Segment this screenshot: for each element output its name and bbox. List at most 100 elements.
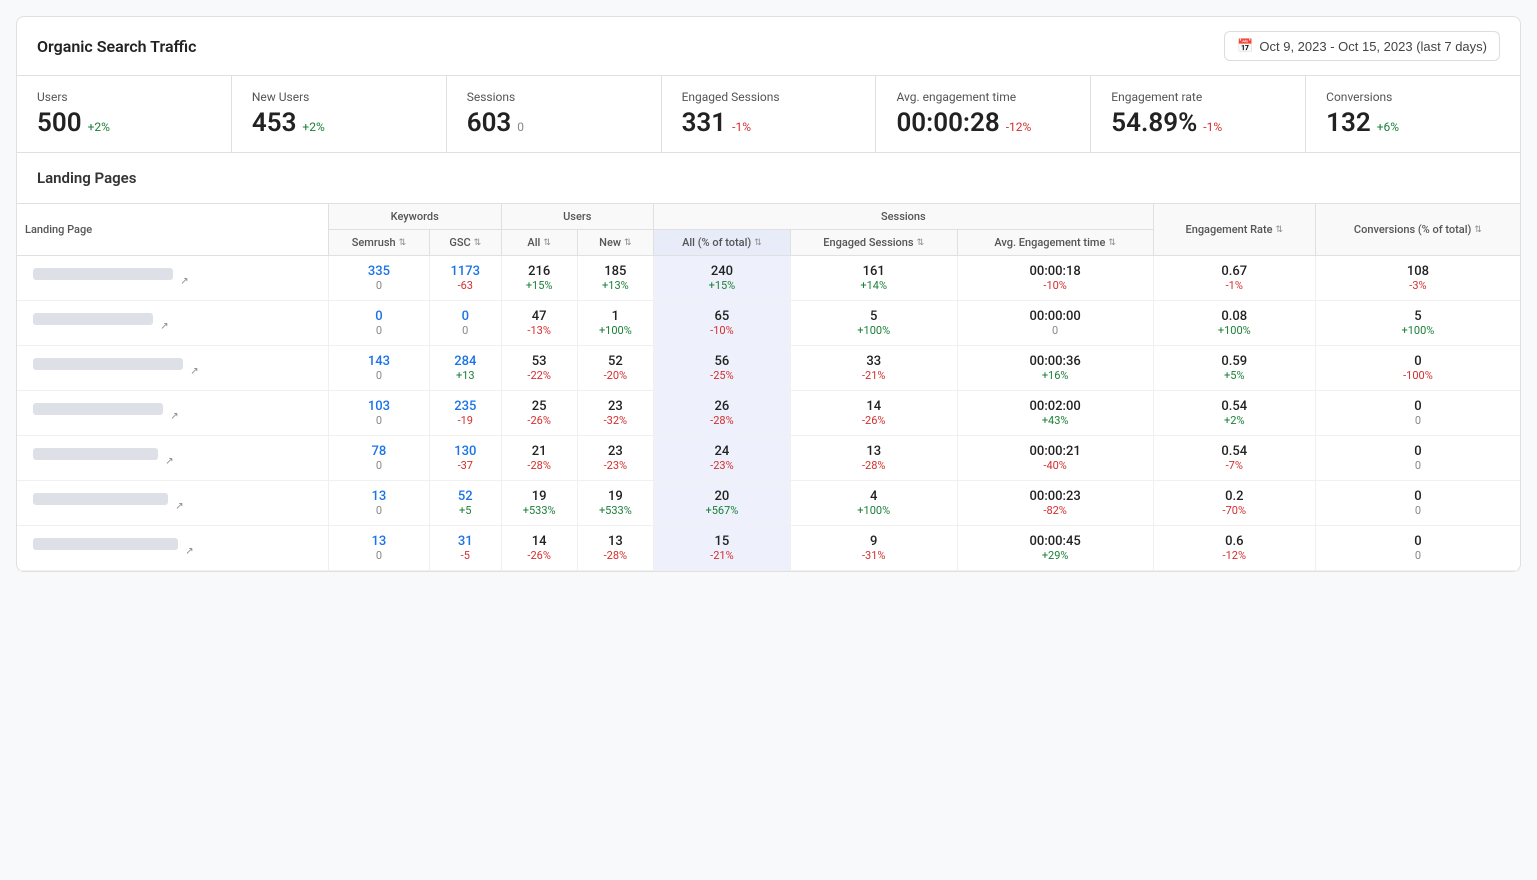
sort-icon: ⇅ [754, 238, 762, 248]
sessions-all-sub: -25% [664, 369, 780, 382]
col-users-all: All ⇅ [501, 230, 577, 256]
semrush-value[interactable]: 13 [339, 534, 419, 549]
semrush-value[interactable]: 0 [339, 309, 419, 324]
external-link-icon[interactable]: ↗ [160, 321, 168, 332]
external-link-icon[interactable]: ↗ [165, 456, 173, 467]
landing-page-cell: ↗ [17, 436, 328, 481]
gsc-value[interactable]: 130 [440, 444, 491, 459]
users-all-cell: 21 -28% [501, 436, 577, 481]
engagement-rate-sub: -7% [1164, 459, 1305, 472]
users-new-value: 23 [588, 399, 643, 414]
engagement-rate-cell: 0.67 -1% [1153, 256, 1315, 301]
gsc-value[interactable]: 31 [440, 534, 491, 549]
engagement-rate-cell: 0.59 +5% [1153, 346, 1315, 391]
external-link-icon[interactable]: ↗ [180, 276, 188, 287]
stat-value: 603 [467, 108, 512, 138]
gsc-sub: +5 [440, 504, 491, 517]
conversions-sub: 0 [1326, 414, 1510, 427]
conversions-cell: 0 -100% [1315, 346, 1520, 391]
sessions-all-cell: 56 -25% [653, 346, 790, 391]
stat-change: +2% [88, 120, 110, 134]
semrush-sub: 0 [339, 279, 419, 292]
users-all-sub: -28% [512, 459, 567, 472]
conversions-cell: 0 0 [1315, 391, 1520, 436]
engaged-sessions-sub: +14% [801, 279, 947, 292]
engaged-sessions-value: 14 [801, 399, 947, 414]
users-new-cell: 23 -32% [577, 391, 653, 436]
users-all-cell: 53 -22% [501, 346, 577, 391]
date-range-picker[interactable]: 📅 Oct 9, 2023 - Oct 15, 2023 (last 7 day… [1224, 31, 1500, 61]
table-row: ↗ 335 0 1173 -63 216 +15% 185 +13% 240 +… [17, 256, 1520, 301]
sessions-all-sub: -23% [664, 459, 780, 472]
users-all-cell: 19 +533% [501, 481, 577, 526]
semrush-cell: 13 0 [328, 526, 429, 571]
engagement-rate-sub: +100% [1164, 324, 1305, 337]
semrush-value[interactable]: 13 [339, 489, 419, 504]
avg-engagement-value: 00:00:00 [968, 309, 1143, 324]
avg-engagement-sub: -10% [968, 279, 1143, 292]
gsc-value[interactable]: 52 [440, 489, 491, 504]
engaged-sessions-cell: 5 +100% [790, 301, 957, 346]
table-row: ↗ 103 0 235 -19 25 -26% 23 -32% 26 -28% [17, 391, 1520, 436]
section-title: Landing Pages [17, 153, 1520, 204]
semrush-value[interactable]: 78 [339, 444, 419, 459]
conversions-cell: 108 -3% [1315, 256, 1520, 301]
engagement-rate-sub: -12% [1164, 549, 1305, 562]
users-new-sub: -32% [588, 414, 643, 427]
gsc-value[interactable]: 284 [440, 354, 491, 369]
engaged-sessions-value: 33 [801, 354, 947, 369]
avg-engagement-sub: 0 [968, 324, 1143, 337]
users-all-value: 19 [512, 489, 567, 504]
conversions-sub: 0 [1326, 549, 1510, 562]
engagement-rate-sub: -1% [1164, 279, 1305, 292]
users-new-value: 52 [588, 354, 643, 369]
sessions-all-sub: +567% [664, 504, 780, 517]
table-row: ↗ 143 0 284 +13 53 -22% 52 -20% 56 -25% [17, 346, 1520, 391]
external-link-icon[interactable]: ↗ [175, 501, 183, 512]
stats-bar: Users 500 +2% New Users 453 +2% Sessions… [17, 76, 1520, 153]
engaged-sessions-cell: 4 +100% [790, 481, 957, 526]
stat-label: Users [37, 90, 211, 104]
engaged-sessions-cell: 161 +14% [790, 256, 957, 301]
landing-page-blur [33, 268, 173, 280]
semrush-sub: 0 [339, 459, 419, 472]
table-body: ↗ 335 0 1173 -63 216 +15% 185 +13% 240 +… [17, 256, 1520, 571]
users-all-value: 47 [512, 309, 567, 324]
stat-value: 132 [1326, 108, 1371, 138]
table-row: ↗ 0 0 0 0 47 -13% 1 +100% 65 -10% [17, 301, 1520, 346]
semrush-value[interactable]: 143 [339, 354, 419, 369]
users-all-cell: 216 +15% [501, 256, 577, 301]
col-group-sessions: Sessions [653, 204, 1153, 230]
gsc-cell: 0 0 [430, 301, 502, 346]
avg-engagement-cell: 00:00:21 -40% [957, 436, 1153, 481]
semrush-value[interactable]: 335 [339, 264, 419, 279]
stat-label: Engaged Sessions [682, 90, 856, 104]
users-new-cell: 13 -28% [577, 526, 653, 571]
avg-engagement-cell: 00:00:36 +16% [957, 346, 1153, 391]
engagement-rate-sub: +2% [1164, 414, 1305, 427]
semrush-value[interactable]: 103 [339, 399, 419, 414]
external-link-icon[interactable]: ↗ [190, 366, 198, 377]
landing-page-cell: ↗ [17, 301, 328, 346]
external-link-icon[interactable]: ↗ [170, 411, 178, 422]
users-new-value: 19 [588, 489, 643, 504]
users-new-value: 185 [588, 264, 643, 279]
users-all-value: 53 [512, 354, 567, 369]
engagement-rate-value: 0.67 [1164, 264, 1305, 279]
users-new-value: 1 [588, 309, 643, 324]
users-new-sub: +100% [588, 324, 643, 337]
stat-label: Avg. engagement time [896, 90, 1070, 104]
conversions-cell: 5 +100% [1315, 301, 1520, 346]
semrush-cell: 78 0 [328, 436, 429, 481]
engagement-rate-value: 0.54 [1164, 399, 1305, 414]
avg-engagement-sub: +16% [968, 369, 1143, 382]
users-all-sub: -22% [512, 369, 567, 382]
avg-engagement-value: 00:00:36 [968, 354, 1143, 369]
gsc-value[interactable]: 235 [440, 399, 491, 414]
external-link-icon[interactable]: ↗ [185, 546, 193, 557]
gsc-value[interactable]: 0 [440, 309, 491, 324]
table-row: ↗ 13 0 52 +5 19 +533% 19 +533% 20 +567% [17, 481, 1520, 526]
engaged-sessions-sub: -21% [801, 369, 947, 382]
gsc-value[interactable]: 1173 [440, 264, 491, 279]
engagement-rate-value: 0.2 [1164, 489, 1305, 504]
